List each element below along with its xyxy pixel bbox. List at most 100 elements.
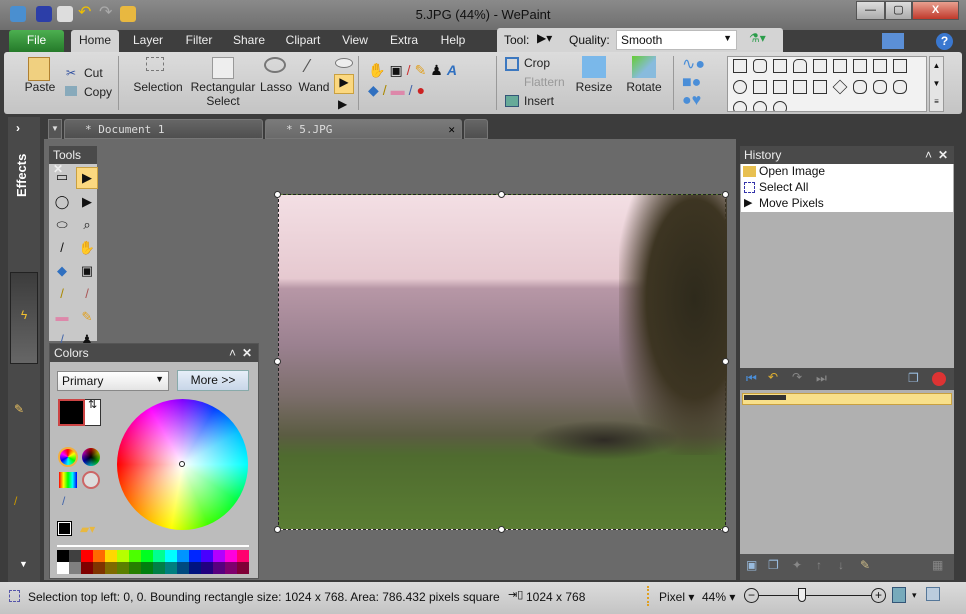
resize-handle[interactable] xyxy=(274,191,281,198)
minimize-button[interactable]: — xyxy=(856,1,885,20)
palette-swatch[interactable] xyxy=(129,550,141,562)
selection-button[interactable]: Selection xyxy=(133,80,183,94)
palette-swatch[interactable] xyxy=(57,550,69,562)
shape-octagon[interactable] xyxy=(893,80,907,94)
tab-clipart[interactable]: Clipart xyxy=(280,30,326,52)
tab-filter[interactable]: Filter xyxy=(178,30,220,52)
hand-icon[interactable]: ✋ xyxy=(368,62,389,78)
tab-help[interactable]: Help xyxy=(434,30,472,52)
effects-tab[interactable]: Effects xyxy=(14,154,29,197)
palette-swatch[interactable] xyxy=(165,562,177,574)
redo-icon[interactable]: ↷ xyxy=(792,370,802,384)
tab-file[interactable]: File xyxy=(9,30,64,52)
copy-button[interactable]: Copy xyxy=(84,85,112,99)
flatten-button[interactable]: Flattern xyxy=(524,75,565,89)
brush-tool[interactable]: / xyxy=(51,284,73,304)
shape-hexagon[interactable] xyxy=(873,80,887,94)
palette-swatch[interactable] xyxy=(93,550,105,562)
wand-tool[interactable]: / xyxy=(51,238,73,258)
move-pixels-tool[interactable]: ▶ xyxy=(76,192,98,212)
add-layer-icon[interactable]: ▣ xyxy=(746,558,757,572)
fast-forward-icon[interactable]: ⏭ xyxy=(816,371,827,386)
app-icon[interactable] xyxy=(10,6,26,22)
palette-swatch[interactable] xyxy=(57,562,69,574)
spectrum-mode-icon[interactable] xyxy=(59,472,77,488)
palette-swatch[interactable] xyxy=(69,562,81,574)
zoom-dropdown[interactable]: 44% ▾ xyxy=(702,590,735,604)
fit-window-icon[interactable] xyxy=(892,587,906,603)
brush2-tool[interactable]: / xyxy=(76,284,98,304)
wand-button[interactable]: Wand xyxy=(297,80,331,94)
palette-swatch[interactable] xyxy=(225,562,237,574)
flask-icon[interactable]: ⚗▾ xyxy=(749,31,766,45)
new-tab-button[interactable] xyxy=(464,119,488,139)
brush-icon[interactable]: / xyxy=(407,62,415,78)
stamp-icon[interactable]: ♟ xyxy=(430,62,447,78)
recolor-icon[interactable]: ● xyxy=(417,82,429,98)
pencil-tool[interactable]: ✎ xyxy=(76,307,98,327)
pencil-icon[interactable]: ✎ xyxy=(415,62,431,78)
color-wheel-cursor[interactable] xyxy=(179,461,185,467)
collapse-icon[interactable]: ˄ xyxy=(925,148,932,162)
brush-icon[interactable]: / xyxy=(14,494,17,508)
shape-rect[interactable] xyxy=(833,59,847,73)
rewind-icon[interactable]: ⏮ xyxy=(746,371,757,386)
image-canvas[interactable] xyxy=(278,194,727,530)
tab-view[interactable]: View xyxy=(338,30,372,52)
palette-swatch[interactable] xyxy=(189,550,201,562)
brush2-icon[interactable]: / xyxy=(383,82,391,98)
save-icon[interactable] xyxy=(36,6,52,22)
shape-rounded[interactable] xyxy=(753,59,767,73)
zoom-slider-thumb[interactable] xyxy=(797,588,806,602)
palette-swatch[interactable] xyxy=(225,550,237,562)
duplicate-layer-icon[interactable]: ❐ xyxy=(768,558,779,572)
close-tab-icon[interactable]: ✕ xyxy=(448,120,455,139)
shape-parallelogram[interactable] xyxy=(793,80,807,94)
palette-swatch[interactable] xyxy=(177,550,189,562)
resize-handle[interactable] xyxy=(274,526,281,533)
fullscreen-icon[interactable] xyxy=(926,587,940,601)
rectangular-select-button[interactable]: Rectangular Select xyxy=(190,80,256,108)
pan-tool[interactable]: ✋ xyxy=(76,238,98,258)
sidebar-quick-panel[interactable]: ϟ xyxy=(10,272,38,364)
palette-swatch[interactable] xyxy=(69,550,81,562)
ellipse-select-icon[interactable] xyxy=(335,58,353,68)
tool-select-dropdown[interactable]: ▶▾ xyxy=(537,31,552,45)
move-down-icon[interactable]: ↓ xyxy=(838,558,844,572)
picker-icon[interactable]: / xyxy=(409,82,417,98)
shapes-gallery[interactable] xyxy=(727,56,927,112)
document-tab-5jpg[interactable]: * 5.JPG ✕ xyxy=(265,119,462,139)
shape-rect[interactable] xyxy=(893,59,907,73)
palette-swatch[interactable] xyxy=(141,550,153,562)
palette-icon[interactable]: ▰▾ xyxy=(80,522,95,536)
delete-history-icon[interactable] xyxy=(932,372,946,386)
shape-rect[interactable] xyxy=(813,59,827,73)
lasso-button[interactable]: Lasso xyxy=(260,80,292,94)
shape-rect[interactable] xyxy=(793,59,807,73)
swap-colors-icon[interactable]: ⇅ xyxy=(88,398,97,411)
lasso-tool[interactable]: ◯ xyxy=(51,192,73,212)
edit-icon[interactable]: ✎ xyxy=(14,402,24,416)
palette-swatch[interactable] xyxy=(201,562,213,574)
color-picker-icon[interactable]: / xyxy=(62,494,65,508)
resize-handle[interactable] xyxy=(722,191,729,198)
move-pixels-icon[interactable]: ▶ xyxy=(338,97,347,111)
text-icon[interactable]: A xyxy=(447,62,461,78)
palette-swatch[interactable] xyxy=(237,550,249,562)
rect-select-tool[interactable]: ▭ xyxy=(51,167,73,189)
palette-swatch[interactable] xyxy=(81,550,93,562)
shape-trapezoid[interactable] xyxy=(813,80,827,94)
triangle-mode-icon[interactable] xyxy=(82,471,100,489)
palette-swatch[interactable] xyxy=(117,562,129,574)
color-mode-dropdown[interactable]: Primary ▼ xyxy=(57,371,169,391)
move-up-icon[interactable]: ↑ xyxy=(816,558,822,572)
scroll-down-icon[interactable]: ▼ xyxy=(19,559,28,569)
help-icon[interactable]: ? xyxy=(936,33,953,50)
shape-presets[interactable]: ∿● ■● ●♥ xyxy=(682,56,724,110)
palette-swatch[interactable] xyxy=(105,562,117,574)
palette-swatch[interactable] xyxy=(189,562,201,574)
open-folder-icon[interactable] xyxy=(120,6,136,22)
tab-home[interactable]: Home xyxy=(71,30,119,52)
zoom-slider-track[interactable] xyxy=(759,595,871,596)
shape-diamond[interactable] xyxy=(832,79,848,95)
